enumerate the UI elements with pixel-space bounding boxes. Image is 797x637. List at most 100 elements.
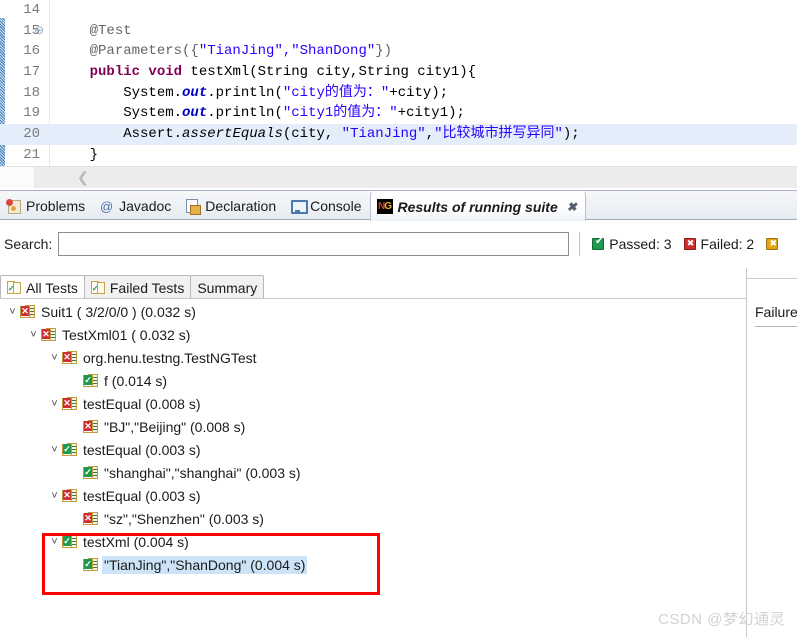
code-line: 20 Assert.assertEquals(city, "TianJing",… bbox=[0, 124, 797, 145]
test-passed-icon: ✓ bbox=[83, 557, 99, 572]
search-row[interactable]: Search: Passed: 3 Failed: 2 bbox=[0, 221, 797, 267]
code-token: testXml(String city,String city1){ bbox=[182, 64, 477, 81]
view-tab-javadoc[interactable]: @ Javadoc bbox=[93, 191, 179, 221]
code-line: 17 public void testXml(String city,Strin… bbox=[0, 62, 797, 83]
code-text: public void testXml(String city,String c… bbox=[56, 62, 476, 83]
tree-row[interactable]: ˅ ✕ org.henu.testng.TestNGTest bbox=[0, 346, 745, 369]
scrollbar-gutter-spacer bbox=[0, 167, 35, 188]
tree-row-label: "shanghai","shanghai" (0.003 s) bbox=[104, 464, 301, 481]
stat-label: Failed: 2 bbox=[700, 236, 755, 252]
tree-row-label: Suit1 ( 3/2/0/0 ) (0.032 s) bbox=[41, 303, 196, 320]
tree-row[interactable]: ˅ ✕ Suit1 ( 3/2/0/0 ) (0.032 s) bbox=[0, 300, 745, 323]
result-tab-label: Failed Tests bbox=[109, 279, 185, 296]
test-failed-icon: ✕ bbox=[62, 396, 78, 411]
tree-row-label: org.henu.testng.TestNGTest bbox=[83, 349, 257, 366]
tree-row[interactable]: ✓ f (0.014 s) bbox=[0, 369, 745, 392]
twisty-expanded-icon[interactable]: ˅ bbox=[48, 536, 61, 548]
result-tab-summary[interactable]: Summary bbox=[190, 275, 265, 299]
view-tab-label: Results of running suite bbox=[397, 198, 558, 215]
twisty-expanded-icon[interactable]: ˅ bbox=[48, 490, 61, 502]
twisty-expanded-icon[interactable]: ˅ bbox=[48, 352, 61, 364]
chevron-left-icon[interactable]: ❮ bbox=[77, 169, 89, 186]
code-token: @Test bbox=[89, 22, 132, 39]
code-text: @Test bbox=[56, 21, 132, 42]
fold-toggle-icon[interactable]: ⊖ bbox=[34, 21, 46, 42]
test-passed-icon: ✓ bbox=[62, 534, 78, 549]
twisty-expanded-icon[interactable]: ˅ bbox=[48, 398, 61, 410]
code-text: } bbox=[56, 145, 98, 166]
test-failed-icon: ✕ bbox=[62, 488, 78, 503]
code-token: System. bbox=[56, 105, 183, 122]
tree-row-label: testEqual (0.003 s) bbox=[83, 441, 201, 458]
result-tab-all-tests[interactable]: ✓ All Tests bbox=[0, 275, 85, 299]
result-tab-bar[interactable]: ✓ All Tests ✓ Failed Tests Summary bbox=[0, 275, 265, 299]
code-line: 19 System.out.println("city1的值为："+city1)… bbox=[0, 103, 797, 124]
result-tab-failed-tests[interactable]: ✓ Failed Tests bbox=[83, 275, 192, 299]
test-stats: Passed: 3 Failed: 2 bbox=[580, 236, 783, 252]
code-token: .println( bbox=[207, 84, 283, 101]
twisty-expanded-icon[interactable]: ˅ bbox=[6, 306, 19, 318]
tree-row[interactable]: ˅ ✕ testEqual (0.008 s) bbox=[0, 392, 745, 415]
tree-row[interactable]: ✕ "BJ","Beijing" (0.008 s) bbox=[0, 415, 745, 438]
problems-icon bbox=[6, 198, 21, 214]
code-token: +city); bbox=[389, 84, 449, 101]
tree-row-label: testXml (0.004 s) bbox=[83, 533, 189, 550]
scrollbar-track[interactable]: ❮ bbox=[35, 167, 797, 188]
code-lines[interactable]: 14 15 ⊖ @Test 16 @Parameters({"TianJing","S… bbox=[0, 0, 797, 166]
line-number: 21 bbox=[23, 146, 40, 163]
code-token: .println( bbox=[207, 105, 283, 122]
tree-row-label: f (0.014 s) bbox=[104, 372, 168, 389]
view-tab-results-of-running-suite[interactable]: NG Results of running suite ✖ bbox=[369, 191, 586, 221]
test-failed-icon: ✕ bbox=[41, 327, 57, 342]
test-passed-icon: ✓ bbox=[83, 373, 99, 388]
failure-panel: Failure bbox=[746, 268, 797, 637]
code-token: ); bbox=[562, 126, 580, 143]
code-token: (city, bbox=[282, 126, 342, 143]
tree-row[interactable]: ˅ ✓ testEqual (0.003 s) bbox=[0, 438, 745, 461]
code-text: System.out.println("city的值为："+city); bbox=[56, 83, 448, 104]
tree-row[interactable]: ˅ ✕ testEqual (0.003 s) bbox=[0, 484, 745, 507]
stat-skip bbox=[766, 237, 783, 250]
close-icon[interactable]: ✖ bbox=[567, 200, 577, 214]
panel-divider bbox=[747, 278, 797, 279]
test-results-tree[interactable]: ˅ ✕ Suit1 ( 3/2/0/0 ) (0.032 s) ˅ ✕ TestXml01… bbox=[0, 300, 745, 637]
stat-pass: Passed: 3 bbox=[592, 236, 672, 252]
code-line: 21 } bbox=[0, 145, 797, 166]
code-token: public void bbox=[89, 64, 183, 81]
failure-panel-underline bbox=[755, 326, 797, 327]
tree-row[interactable]: ˅ ✕ TestXml01 ( 0.032 s) bbox=[0, 323, 745, 346]
test-passed-icon: ✓ bbox=[62, 442, 78, 457]
twisty-expanded-icon[interactable]: ˅ bbox=[48, 444, 61, 456]
search-label: Search: bbox=[4, 236, 53, 252]
view-tab-declaration[interactable]: Declaration bbox=[179, 191, 284, 221]
failure-panel-title: Failure bbox=[755, 304, 797, 320]
code-editor[interactable]: 14 15 ⊖ @Test 16 @Parameters({"TianJing","S… bbox=[0, 0, 797, 166]
code-token: "比较城市拼写异同" bbox=[434, 126, 563, 143]
view-tab-problems[interactable]: Problems bbox=[0, 191, 93, 221]
test-failed-icon: ✕ bbox=[83, 419, 99, 434]
view-tabs[interactable]: Problems @ Javadoc Declaration Console NG Resu… bbox=[0, 191, 797, 221]
view-tab-bar[interactable]: Problems @ Javadoc Declaration Console NG Resu… bbox=[0, 190, 797, 221]
twisty-expanded-icon[interactable]: ˅ bbox=[27, 329, 40, 341]
tree-row-label: "sz","Shenzhen" (0.003 s) bbox=[104, 510, 264, 527]
tree-row[interactable]: ˅ ✓ testXml (0.004 s) bbox=[0, 530, 745, 553]
line-number: 19 bbox=[23, 105, 40, 122]
result-tab-label: Summary bbox=[197, 279, 258, 296]
suite-icon: ✓ bbox=[90, 280, 106, 295]
stat-label: Passed: 3 bbox=[609, 236, 672, 252]
tree-row[interactable]: ✕ "sz","Shenzhen" (0.003 s) bbox=[0, 507, 745, 530]
tree-row[interactable]: ✓ "TianJing","ShanDong" (0.004 s) bbox=[0, 553, 745, 576]
view-tab-console[interactable]: Console bbox=[284, 191, 369, 221]
editor-horizontal-scrollbar[interactable]: ❮ bbox=[0, 166, 797, 188]
line-number: 18 bbox=[23, 84, 40, 101]
code-token: "TianJing" bbox=[341, 126, 426, 143]
tree-row[interactable]: ✓ "shanghai","shanghai" (0.003 s) bbox=[0, 461, 745, 484]
code-token: "city的值为：" bbox=[282, 84, 390, 101]
result-tabs-underline bbox=[0, 298, 797, 299]
declaration-icon bbox=[185, 198, 202, 215]
code-token: @Parameters({ bbox=[89, 43, 199, 60]
tree-row-label: testEqual (0.003 s) bbox=[83, 487, 201, 504]
search-input[interactable] bbox=[58, 232, 570, 256]
